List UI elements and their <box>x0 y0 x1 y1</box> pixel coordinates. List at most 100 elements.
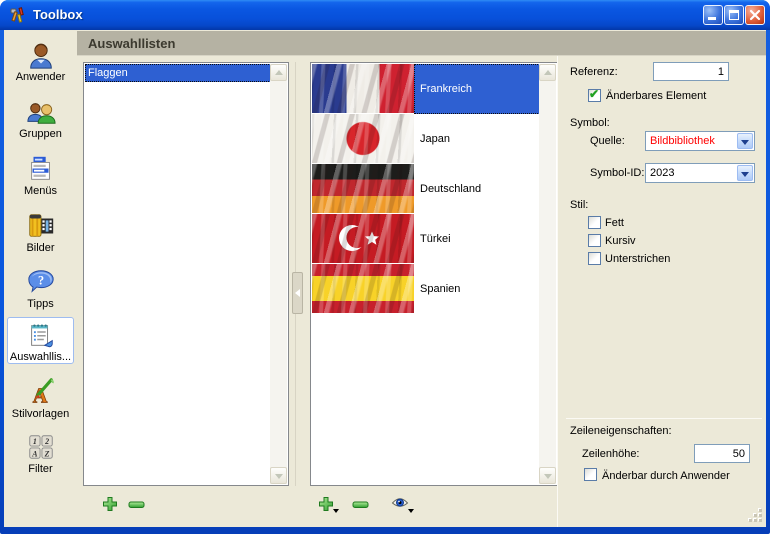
flag-row-frankreich[interactable]: Frankreich <box>312 64 540 114</box>
referenz-input[interactable] <box>653 62 729 81</box>
section-divider <box>566 418 762 419</box>
germany-flag-image <box>312 164 414 213</box>
add-list-button[interactable] <box>102 496 118 515</box>
resize-grip[interactable] <box>748 508 762 522</box>
aenderbar-durch-anwender-checkbox[interactable] <box>584 468 597 481</box>
preview-entry-button[interactable] <box>391 496 409 513</box>
flag-row-tuerkei[interactable]: Türkei <box>312 214 540 264</box>
list-pad-icon <box>25 320 57 350</box>
window-title: Toolbox <box>33 0 83 30</box>
user-icon <box>25 40 57 70</box>
list-item-flaggen[interactable]: Flaggen <box>85 64 271 82</box>
eye-icon <box>391 496 409 510</box>
minimize-icon <box>708 17 716 20</box>
sidebar-item-auswahllisten[interactable]: Auswahllis... <box>7 317 74 364</box>
sidebar-item-label: Bilder <box>6 242 75 254</box>
zeileneigenschaften-label: Zeileneigenschaften: <box>570 425 672 437</box>
svg-text:?: ? <box>37 273 43 287</box>
sidebar-item-label: Anwender <box>6 71 75 83</box>
flag-row-label: Deutschland <box>414 164 540 214</box>
quelle-dropdown[interactable]: Bildbibliothek <box>645 131 755 151</box>
checkmark-icon: ✔ <box>589 87 599 101</box>
group-icon <box>25 97 57 127</box>
chevron-down-icon <box>741 172 749 177</box>
zeilenhoehe-input[interactable] <box>694 444 750 463</box>
collapse-left-icon <box>295 289 300 297</box>
sidebar-item-menues[interactable]: Menüs <box>6 152 75 197</box>
aenderbares-element-checkbox[interactable]: ✔ <box>588 89 601 102</box>
flag-row-label: Frankreich <box>414 64 540 114</box>
section-header: Auswahllisten <box>77 31 766 56</box>
flag-row-spanien[interactable]: Spanien <box>312 264 540 314</box>
quelle-value: Bildbibliothek <box>650 135 715 147</box>
selection-lists-listbox[interactable]: Flaggen <box>83 62 289 486</box>
sidebar-item-label: Auswahllis... <box>8 351 73 363</box>
titlebar[interactable]: Toolbox <box>0 0 770 30</box>
splitter-handle[interactable] <box>292 272 303 314</box>
chevron-down-icon <box>275 474 283 479</box>
turkey-crescent-star <box>312 214 414 263</box>
turkey-flag-image <box>312 214 414 263</box>
chevron-up-icon <box>544 70 552 75</box>
filter-sort-icon: 1 2 A Z <box>25 432 57 462</box>
sidebar-item-label: Menüs <box>6 185 75 197</box>
maximize-button[interactable] <box>724 5 744 25</box>
remove-list-button[interactable] <box>128 500 145 512</box>
close-icon <box>749 9 761 21</box>
japan-flag-image <box>312 114 414 163</box>
flag-row-japan[interactable]: Japan <box>312 114 540 164</box>
kursiv-checkbox[interactable] <box>588 234 601 247</box>
panel-divider <box>557 56 558 527</box>
scroll-up-button[interactable] <box>539 64 556 81</box>
remove-entry-button[interactable] <box>352 500 369 512</box>
sidebar-item-stilvorlagen[interactable]: A Stilvorlagen <box>6 375 75 420</box>
sidebar-item-anwender[interactable]: Anwender <box>6 38 75 83</box>
sidebar-item-label: Tipps <box>6 298 75 310</box>
svg-text:1: 1 <box>32 437 36 446</box>
sidebar-item-gruppen[interactable]: Gruppen <box>6 95 75 140</box>
dropdown-button[interactable] <box>737 165 753 181</box>
symbol-label: Symbol: <box>570 117 610 129</box>
help-bubble-icon: ? <box>25 267 57 297</box>
sidebar-item-label: Stilvorlagen <box>6 408 75 420</box>
client-area: Auswahllisten Anwender <box>4 30 766 527</box>
unterstrichen-label: Unterstrichen <box>605 253 670 265</box>
menu-icon <box>25 154 57 184</box>
minus-icon <box>128 501 145 509</box>
france-flag-image <box>312 64 414 113</box>
flag-row-label: Japan <box>414 114 540 164</box>
scroll-down-button[interactable] <box>270 467 287 484</box>
sidebar-item-tipps[interactable]: ? Tipps <box>6 265 75 310</box>
sidebar-item-bilder[interactable]: Bilder <box>6 209 75 254</box>
sidebar-item-filter[interactable]: 1 2 A Z Filter <box>6 430 75 475</box>
toolbox-window: Toolbox Auswahllisten Anwender <box>0 0 770 534</box>
dropdown-arrow-icon <box>408 509 414 513</box>
page-title: Auswahllisten <box>88 36 175 51</box>
svg-text:A: A <box>31 449 37 458</box>
toolbox-app-icon <box>9 6 27 24</box>
chevron-down-icon <box>741 140 749 145</box>
dropdown-button[interactable] <box>737 133 753 149</box>
add-entry-button[interactable] <box>318 496 334 515</box>
style-brush-icon: A <box>25 377 57 407</box>
fett-label: Fett <box>605 217 624 229</box>
scroll-down-button[interactable] <box>539 467 556 484</box>
flag-row-label: Türkei <box>414 214 540 264</box>
symbol-id-value: 2023 <box>650 167 674 179</box>
scroll-up-button[interactable] <box>270 64 287 81</box>
unterstrichen-checkbox[interactable] <box>588 252 601 265</box>
maximize-icon <box>729 10 739 20</box>
list2-scrollbar[interactable] <box>539 64 556 484</box>
flag-row-deutschland[interactable]: Deutschland <box>312 164 540 214</box>
flag-entries-listbox[interactable]: Frankreich Japan Deutschland Türke <box>310 62 558 486</box>
close-button[interactable] <box>745 5 765 25</box>
symbol-id-dropdown[interactable]: 2023 <box>645 163 755 183</box>
plus-icon <box>102 496 118 512</box>
svg-text:Z: Z <box>43 449 49 458</box>
minimize-button[interactable] <box>703 5 723 25</box>
list1-scrollbar[interactable] <box>270 64 287 484</box>
images-icon <box>25 211 57 241</box>
fett-checkbox[interactable] <box>588 216 601 229</box>
symbol-id-label: Symbol-ID: <box>590 167 644 179</box>
dropdown-arrow-icon <box>333 509 339 513</box>
